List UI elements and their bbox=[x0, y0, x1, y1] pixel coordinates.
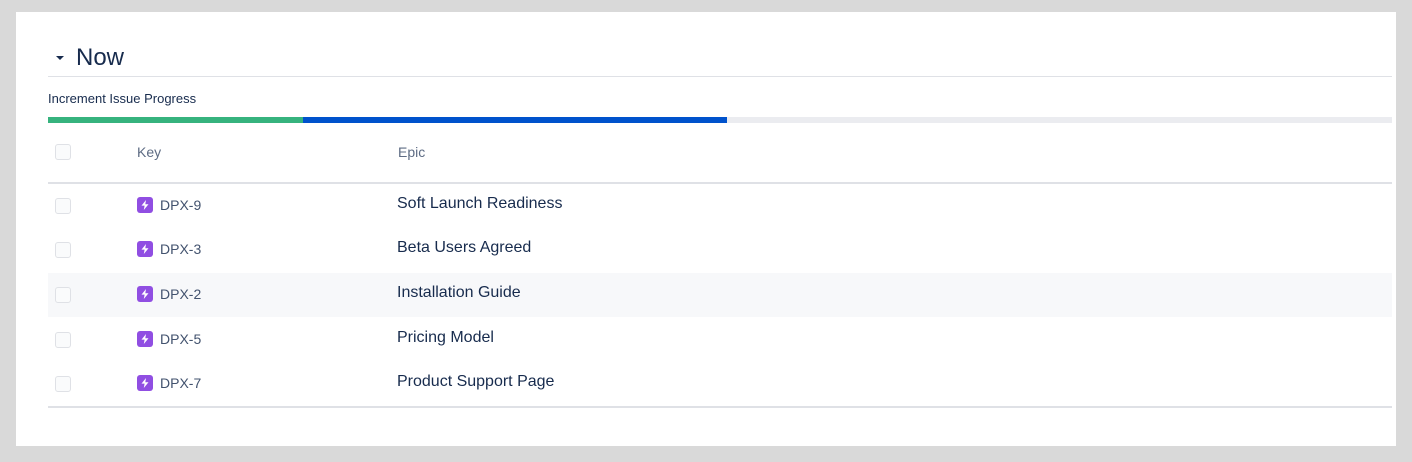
issue-key-link[interactable]: DPX-3 bbox=[160, 241, 201, 257]
epic-name[interactable]: Beta Users Agreed bbox=[397, 239, 531, 257]
progress-done-segment[interactable] bbox=[48, 117, 304, 123]
epic-icon bbox=[137, 286, 153, 302]
row-checkbox[interactable] bbox=[55, 376, 71, 392]
section-toggle[interactable]: Now bbox=[56, 44, 124, 72]
progress-label: Increment Issue Progress bbox=[48, 91, 197, 106]
issue-key-link[interactable]: DPX-5 bbox=[160, 331, 201, 347]
epic-name[interactable]: Product Support Page bbox=[397, 373, 554, 391]
row-checkbox[interactable] bbox=[55, 198, 71, 214]
issue-key-link[interactable]: DPX-9 bbox=[160, 197, 201, 213]
epic-icon bbox=[137, 331, 153, 347]
epic-name[interactable]: Installation Guide bbox=[397, 284, 521, 302]
roadmap-panel: Now Increment Issue Progress Key Epic DP… bbox=[16, 12, 1396, 446]
column-header-epic[interactable]: Epic bbox=[398, 144, 425, 160]
column-header-key[interactable]: Key bbox=[137, 144, 161, 160]
epic-name[interactable]: Soft Launch Readiness bbox=[397, 195, 562, 213]
section-title: Now bbox=[76, 44, 125, 71]
row-checkbox[interactable] bbox=[55, 287, 71, 303]
progress-in-progress-segment[interactable] bbox=[303, 117, 727, 123]
epic-icon bbox=[137, 241, 153, 257]
table-row[interactable]: DPX-3 Beta Users Agreed bbox=[48, 228, 1392, 272]
table-header: Key Epic bbox=[48, 130, 1392, 184]
row-checkbox[interactable] bbox=[55, 332, 71, 348]
table-bottom-border bbox=[48, 406, 1392, 408]
table-row[interactable]: DPX-2 Installation Guide bbox=[48, 273, 1392, 317]
progress-bar bbox=[48, 117, 1392, 123]
table-row[interactable]: DPX-7 Product Support Page bbox=[48, 362, 1392, 406]
issue-key-link[interactable]: DPX-2 bbox=[160, 286, 201, 302]
select-all-checkbox[interactable] bbox=[55, 144, 71, 160]
epic-icon bbox=[137, 197, 153, 213]
table-row[interactable]: DPX-5 Pricing Model bbox=[48, 318, 1392, 362]
epic-icon bbox=[137, 375, 153, 391]
table-row[interactable]: DPX-9 Soft Launch Readiness bbox=[48, 184, 1392, 228]
divider bbox=[48, 76, 1392, 77]
chevron-down-icon[interactable] bbox=[56, 56, 64, 60]
row-checkbox[interactable] bbox=[55, 242, 71, 258]
issue-key-link[interactable]: DPX-7 bbox=[160, 375, 201, 391]
epic-name[interactable]: Pricing Model bbox=[397, 329, 494, 347]
